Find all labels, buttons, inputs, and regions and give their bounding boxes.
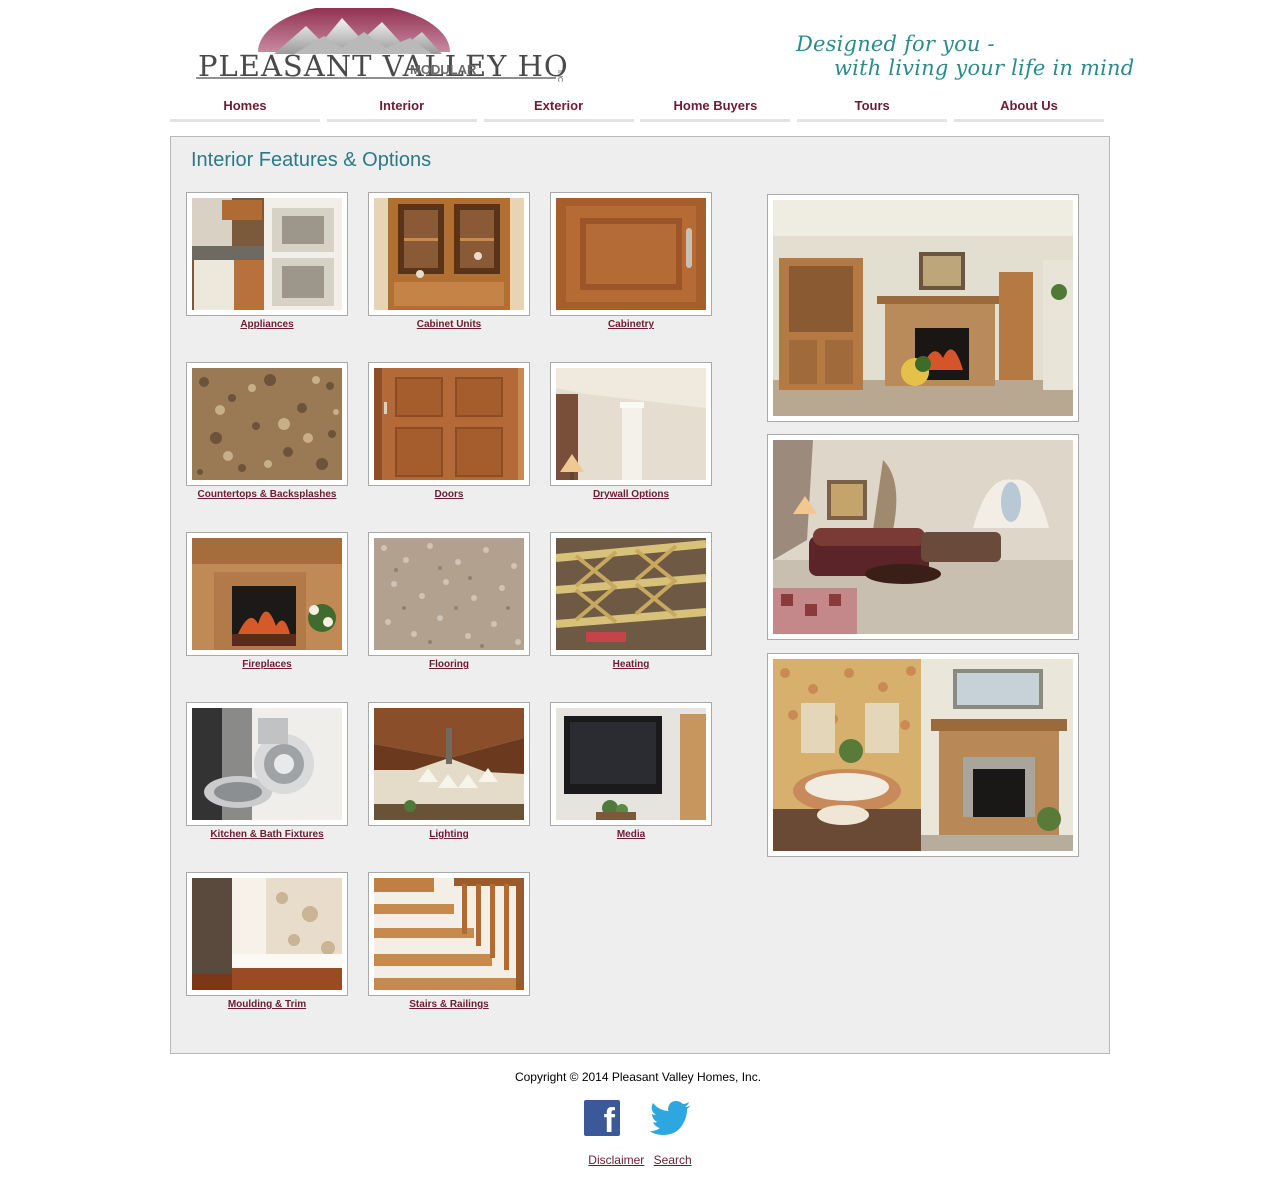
featured-photo-2 [767, 434, 1079, 640]
thumb-flooring[interactable]: Flooring [368, 532, 530, 670]
site-logo[interactable]: PLEASANT VALLEY HOMES MODULAR INC [196, 8, 568, 84]
cabinet-units-photo [374, 198, 524, 310]
thumb-media[interactable]: Media [550, 702, 712, 840]
living-room-sofa-photo [773, 440, 1073, 634]
thumb-label[interactable]: Heating [550, 659, 712, 670]
thumb-frame [368, 872, 530, 996]
thumb-frame [368, 362, 530, 486]
nav-item-label: About Us [1000, 98, 1058, 113]
thumb-cabinet-units[interactable]: Cabinet Units [368, 192, 530, 330]
doors-photo [374, 368, 524, 480]
thumb-appliances[interactable]: Appliances [186, 192, 348, 330]
thumb-fixtures[interactable]: Kitchen & Bath Fixtures [186, 702, 348, 840]
heating-photo [556, 538, 706, 650]
thumb-label[interactable]: Cabinetry [550, 319, 712, 330]
main-nav: Homes Interior Exterior Home Buyers Tour… [170, 92, 1104, 122]
thumb-stairs[interactable]: Stairs & Railings [368, 872, 530, 1010]
thumb-label[interactable]: Countertops & Backsplashes [186, 489, 348, 500]
content-panel: Interior Features & Options Appliances C… [170, 136, 1110, 1054]
thumb-label[interactable]: Appliances [186, 319, 348, 330]
thumb-frame [550, 192, 712, 316]
thumb-label[interactable]: Drywall Options [550, 489, 712, 500]
svg-text:PLEASANT VALLEY HOMES: PLEASANT VALLEY HOMES [198, 49, 568, 83]
search-link[interactable]: Search [654, 1153, 692, 1167]
thumb-moulding[interactable]: Moulding & Trim [186, 872, 348, 1010]
thumb-label[interactable]: Moulding & Trim [186, 999, 348, 1010]
stairs-photo [374, 878, 524, 990]
thumb-drywall[interactable]: Drywall Options [550, 362, 712, 500]
thumb-frame [186, 872, 348, 996]
moulding-photo [192, 878, 342, 990]
facebook-glyph: f [603, 1102, 615, 1140]
thumb-frame [368, 532, 530, 656]
drywall-photo [556, 368, 706, 480]
nav-item-home-buyers[interactable]: Home Buyers [640, 92, 791, 122]
twitter-icon[interactable] [650, 1100, 692, 1138]
thumb-heating[interactable]: Heating [550, 532, 712, 670]
thumb-countertops[interactable]: Countertops & Backsplashes [186, 362, 348, 500]
tagline: Designed for you - with living your life… [780, 28, 1134, 88]
thumb-frame [368, 192, 530, 316]
thumb-label[interactable]: Lighting [368, 829, 530, 840]
disclaimer-link[interactable]: Disclaimer [588, 1153, 644, 1167]
thumb-label[interactable]: Cabinet Units [368, 319, 530, 330]
media-photo [556, 708, 706, 820]
cabinetry-photo [556, 198, 706, 310]
nav-item-label: Homes [223, 98, 267, 113]
flooring-photo [374, 538, 524, 650]
thumb-frame [550, 532, 712, 656]
nav-item-label: Home Buyers [673, 98, 758, 113]
copyright-text: Copyright © 2014 Pleasant Valley Homes, … [514, 1070, 762, 1084]
nav-item-label: Exterior [534, 98, 584, 113]
thumb-frame [186, 192, 348, 316]
svg-text:MODULAR: MODULAR [410, 62, 477, 77]
page-title: Interior Features & Options [191, 149, 432, 171]
thumb-label[interactable]: Media [550, 829, 712, 840]
nav-item-about-us[interactable]: About Us [953, 92, 1104, 122]
nav-item-exterior[interactable]: Exterior [483, 92, 634, 122]
thumb-frame [186, 362, 348, 486]
countertops-photo [192, 368, 342, 480]
thumb-doors[interactable]: Doors [368, 362, 530, 500]
svg-text:INC: INC [556, 70, 563, 82]
fixtures-photo [192, 708, 342, 820]
thumb-frame [550, 702, 712, 826]
thumb-fireplaces[interactable]: Fireplaces [186, 532, 348, 670]
living-room-fireplace-photo [773, 200, 1073, 416]
thumb-lighting[interactable]: Lighting [368, 702, 530, 840]
thumb-frame [186, 532, 348, 656]
nav-item-homes[interactable]: Homes [170, 92, 320, 122]
bath-and-mantel-photo [773, 659, 1073, 851]
thumb-frame [550, 362, 712, 486]
logo-graphic: PLEASANT VALLEY HOMES MODULAR INC [196, 8, 568, 83]
thumb-label[interactable]: Flooring [368, 659, 530, 670]
footer-links: Disclaimer Search [0, 1153, 1280, 1167]
facebook-icon[interactable]: f [584, 1100, 620, 1140]
thumb-frame [186, 702, 348, 826]
nav-item-label: Interior [379, 98, 425, 113]
thumb-label[interactable]: Doors [368, 489, 530, 500]
tagline-line-2: with living your life in mind [834, 56, 1135, 80]
thumb-frame [368, 702, 530, 826]
appliances-photo [192, 198, 342, 310]
lighting-photo [374, 708, 524, 820]
thumb-label[interactable]: Kitchen & Bath Fixtures [186, 829, 348, 840]
featured-photo-1 [767, 194, 1079, 422]
nav-item-tours[interactable]: Tours [797, 92, 948, 122]
thumb-label[interactable]: Fireplaces [186, 659, 348, 670]
tagline-line-1: Designed for you - [796, 32, 995, 56]
featured-photo-3 [767, 653, 1079, 857]
thumb-cabinetry[interactable]: Cabinetry [550, 192, 712, 330]
nav-item-interior[interactable]: Interior [326, 92, 477, 122]
nav-item-label: Tours [854, 98, 890, 113]
thumb-label[interactable]: Stairs & Railings [368, 999, 530, 1010]
fireplaces-photo [192, 538, 342, 650]
